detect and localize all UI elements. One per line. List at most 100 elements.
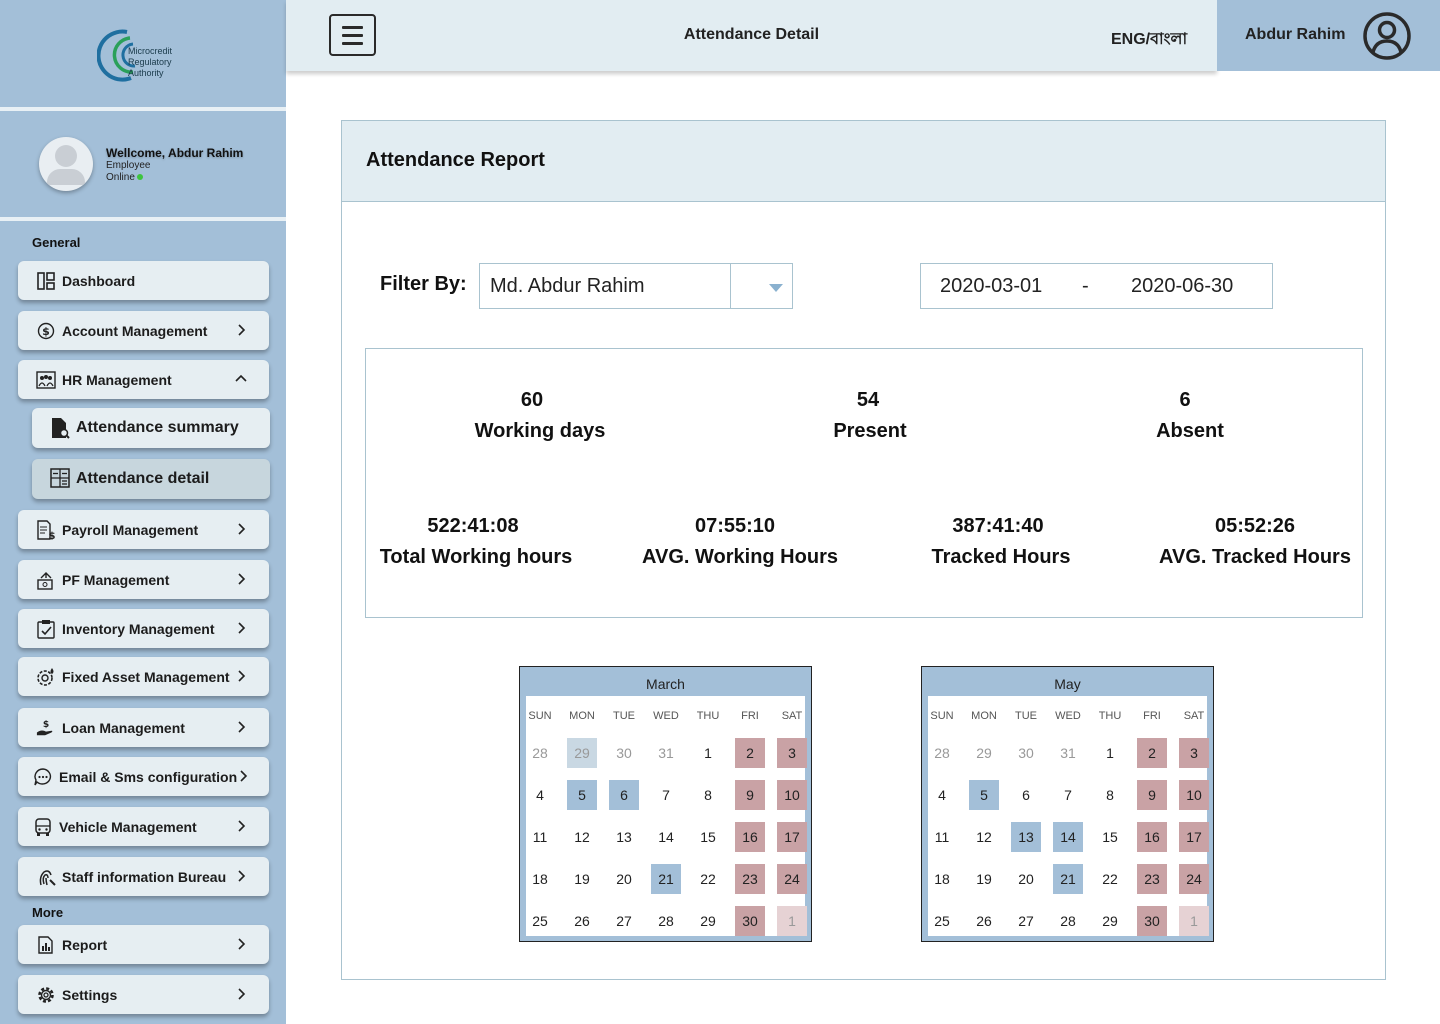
calendar-day[interactable]: 3 (777, 738, 807, 768)
sidebar-item-vehicle-management[interactable]: Vehicle Management (18, 807, 269, 846)
calendar-day[interactable]: 13 (609, 822, 639, 852)
calendar-day[interactable]: 9 (1137, 780, 1167, 810)
sidebar-item-hr-management[interactable]: HR Management (18, 360, 269, 399)
calendar-day[interactable]: 29 (969, 738, 999, 768)
calendar-day[interactable]: 30 (1011, 738, 1041, 768)
calendar-day[interactable]: 30 (1137, 906, 1167, 936)
calendar-day[interactable]: 15 (1095, 822, 1125, 852)
calendar-day[interactable]: 27 (609, 906, 639, 936)
dropdown-arrow-icon[interactable] (730, 264, 793, 308)
calendar-day[interactable]: 13 (1011, 822, 1041, 852)
calendar-day[interactable]: 28 (651, 906, 681, 936)
calendar-day[interactable]: 22 (693, 864, 723, 894)
calendar-day[interactable]: 14 (1053, 822, 1083, 852)
calendar-day[interactable]: 5 (969, 780, 999, 810)
calendar-day[interactable]: 1 (693, 738, 723, 768)
calendar-day[interactable]: 1 (1179, 906, 1209, 936)
calendar-day[interactable]: 15 (693, 822, 723, 852)
calendar-day[interactable]: 18 (525, 864, 555, 894)
calendar-day[interactable]: 31 (1053, 738, 1083, 768)
calendar-day[interactable]: 18 (927, 864, 957, 894)
calendar-day[interactable]: 17 (777, 822, 807, 852)
calendar-day[interactable]: 12 (969, 822, 999, 852)
user-menu[interactable]: Abdur Rahim (1217, 0, 1440, 71)
calendar-day[interactable]: 22 (1095, 864, 1125, 894)
calendar-day[interactable]: 26 (969, 906, 999, 936)
sidebar-item-dashboard[interactable]: Dashboard (18, 261, 269, 300)
calendar-day[interactable]: 8 (1095, 780, 1125, 810)
calendar-day[interactable]: 19 (567, 864, 597, 894)
calendar-day[interactable]: 21 (1053, 864, 1083, 894)
calendar-day[interactable]: 6 (609, 780, 639, 810)
calendar-day[interactable]: 29 (693, 906, 723, 936)
calendar-day[interactable]: 8 (693, 780, 723, 810)
calendar-day[interactable]: 23 (1137, 864, 1167, 894)
sidebar-item-payroll-management[interactable]: $ Payroll Management (18, 510, 269, 549)
calendar-day[interactable]: 14 (651, 822, 681, 852)
bus-icon (33, 817, 53, 837)
calendar-day[interactable]: 23 (735, 864, 765, 894)
calendar-day[interactable]: 10 (1179, 780, 1209, 810)
svg-text:$: $ (43, 720, 49, 730)
calendar-day[interactable]: 12 (567, 822, 597, 852)
gear-drop-icon (36, 667, 56, 687)
calendar-day[interactable]: 9 (735, 780, 765, 810)
calendar-day[interactable]: 17 (1179, 822, 1209, 852)
calendar-day[interactable]: 10 (777, 780, 807, 810)
calendar-day[interactable]: 27 (1011, 906, 1041, 936)
calendar-day[interactable]: 28 (525, 738, 555, 768)
sidebar-item-staff-information-bureau[interactable]: Staff information Bureau (18, 857, 269, 896)
calendar-day[interactable]: 25 (927, 906, 957, 936)
employee-select[interactable]: Md. Abdur Rahim (479, 263, 793, 309)
sidebar-item-label: Loan Management (62, 719, 185, 736)
calendar-day[interactable]: 1 (777, 906, 807, 936)
calendar-day[interactable]: 19 (969, 864, 999, 894)
logo[interactable]: Microcredit Regulatory Authority (0, 0, 286, 107)
calendar-day[interactable]: 28 (1053, 906, 1083, 936)
calendar-day[interactable]: 20 (1011, 864, 1041, 894)
sidebar-subitem-attendance-detail[interactable]: Attendance detail (32, 459, 270, 499)
sidebar-item-inventory-management[interactable]: Inventory Management (18, 609, 269, 648)
calendar-day[interactable]: 16 (735, 822, 765, 852)
calendar-day[interactable]: 26 (567, 906, 597, 936)
status-text: Online (106, 172, 135, 183)
calendar-day[interactable]: 2 (735, 738, 765, 768)
calendar-day[interactable]: 29 (567, 738, 597, 768)
sidebar-item-report[interactable]: Report (18, 925, 269, 964)
calendar-day[interactable]: 6 (1011, 780, 1041, 810)
calendar-day[interactable]: 16 (1137, 822, 1167, 852)
sidebar-item-pf-management[interactable]: PF Management (18, 560, 269, 599)
calendar-day[interactable]: 20 (609, 864, 639, 894)
calendar-day[interactable]: 25 (525, 906, 555, 936)
calendar-day[interactable]: 24 (777, 864, 807, 894)
sidebar-subitem-attendance-summary[interactable]: Attendance summary (32, 408, 270, 448)
sidebar-item-fixed-asset-management[interactable]: Fixed Asset Management (18, 657, 269, 696)
calendar-day[interactable]: 30 (609, 738, 639, 768)
calendar-day[interactable]: 24 (1179, 864, 1209, 894)
calendar-day[interactable]: 5 (567, 780, 597, 810)
sidebar-item-loan-management[interactable]: $ Loan Management (18, 708, 269, 747)
calendar-day[interactable]: 4 (927, 780, 957, 810)
chevron-right-icon (238, 573, 246, 585)
calendar-day[interactable]: 11 (525, 822, 555, 852)
sidebar-item-email-sms[interactable]: Email & Sms configuration (18, 757, 269, 796)
calendar-day[interactable]: 31 (651, 738, 681, 768)
user-avatar-icon[interactable] (1362, 11, 1412, 61)
date-range-picker[interactable]: 2020-03-01 - 2020-06-30 (920, 263, 1273, 309)
calendar-day[interactable]: 2 (1137, 738, 1167, 768)
calendar-day[interactable]: 7 (1053, 780, 1083, 810)
sidebar-item-account-management[interactable]: $ Account Management (18, 311, 269, 350)
calendar-day[interactable]: 4 (525, 780, 555, 810)
calendar-day[interactable]: 29 (1095, 906, 1125, 936)
calendar-day[interactable]: 3 (1179, 738, 1209, 768)
logo-line: Authority (128, 68, 164, 78)
calendar-day[interactable]: 21 (651, 864, 681, 894)
calendar-day[interactable]: 7 (651, 780, 681, 810)
calendar-day[interactable]: 1 (1095, 738, 1125, 768)
calendar-day[interactable]: 30 (735, 906, 765, 936)
sidebar-item-settings[interactable]: Settings (18, 975, 269, 1014)
language-toggle[interactable]: ENG/বাংলা (1111, 26, 1187, 53)
calendar-day[interactable]: 28 (927, 738, 957, 768)
calendar-day[interactable]: 11 (927, 822, 957, 852)
stat-value: 6 (1179, 389, 1191, 411)
